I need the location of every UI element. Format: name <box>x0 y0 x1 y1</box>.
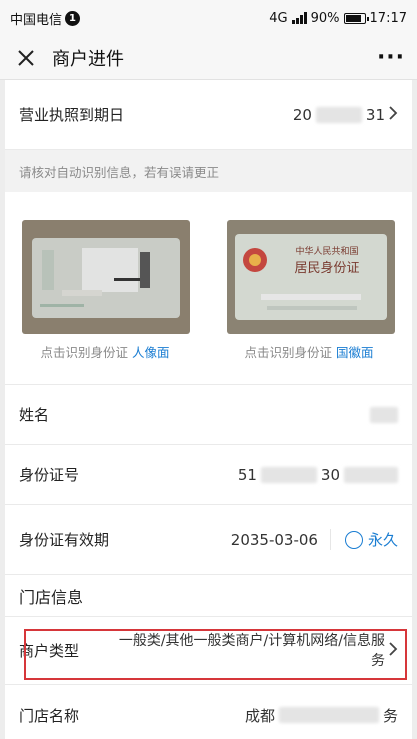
chevron-right-icon <box>389 641 398 660</box>
ocr-hint: 请核对自动识别信息，若有误请更正 <box>5 150 412 192</box>
store-name-label: 门店名称 <box>19 706 80 725</box>
forever-toggle[interactable]: 永久 <box>329 529 398 550</box>
more-icon[interactable]: ··· <box>365 45 417 70</box>
merchant-type-value: 一般类/其他一般类商户/计算机网络/信息服务 <box>118 632 385 669</box>
store-name-start: 成都 <box>244 706 275 725</box>
id-card-back-image[interactable]: 中华人民共和国 居民身份证 <box>227 220 395 334</box>
battery-fill <box>345 14 361 22</box>
id-back-caption-text: 点击识别身份证 <box>244 345 332 360</box>
id-number-label: 身份证号 <box>19 466 80 484</box>
network-type: 4G <box>269 10 288 26</box>
redacted-block <box>260 466 317 483</box>
carrier-name: 中国电信 <box>10 12 63 28</box>
license-expiry-value: 20 31 <box>293 105 398 124</box>
store-section-title: 门店信息 <box>5 575 412 617</box>
merchant-type-row[interactable]: 商户类型 一般类/其他一般类商户/计算机网络/信息服务 <box>5 617 412 685</box>
merchant-type-label: 商户类型 <box>19 642 80 660</box>
id-back-side-link[interactable]: 国徽面 <box>336 345 374 360</box>
id-front-side-link[interactable]: 人像面 <box>132 345 170 360</box>
nav-bar: 商户进件 ··· <box>0 36 417 80</box>
redacted-block <box>344 466 398 483</box>
license-expiry-row[interactable]: 营业执照到期日 20 31 <box>5 80 412 150</box>
form-content: 营业执照到期日 20 31 请核对自动识别信息，若有误请更正 中华人民共和国 居… <box>5 80 412 739</box>
status-left: 中国电信 1 <box>10 9 81 28</box>
card-title-line2: 居民身份证 <box>294 260 359 276</box>
forever-label: 永久 <box>367 531 398 549</box>
id-number-mid: 30 <box>320 465 340 484</box>
id-number-value[interactable]: 51 30 <box>238 466 398 484</box>
name-label: 姓名 <box>19 406 50 424</box>
id-card-front-image[interactable] <box>22 220 190 334</box>
card-title-line1: 中华人民共和国 <box>295 245 358 257</box>
id-back-caption[interactable]: 点击识别身份证 国徽面 <box>209 342 409 361</box>
notification-badge: 1 <box>65 10 81 26</box>
id-validity-value: 2035-03-06 永久 <box>231 529 398 550</box>
name-row[interactable]: 姓名 <box>5 385 412 445</box>
id-number-row[interactable]: 身份证号 51 30 <box>5 445 412 505</box>
id-card-area: 中华人民共和国 居民身份证 点击识别身份证 人像面 点击识别身份证 国徽面 <box>5 192 412 385</box>
redacted-block <box>315 106 362 123</box>
redacted-block <box>370 406 398 423</box>
radio-circle-icon <box>344 530 363 549</box>
close-icon[interactable] <box>0 36 52 80</box>
page-title: 商户进件 <box>52 48 124 70</box>
chevron-right-icon <box>389 105 398 124</box>
id-validity-label: 身份证有效期 <box>19 531 110 549</box>
redacted-block <box>278 707 379 723</box>
id-number-start: 51 <box>237 465 257 484</box>
store-name-end: 务 <box>382 706 398 725</box>
store-name-row[interactable]: 门店名称 成都 务 <box>5 685 412 739</box>
license-expiry-start: 20 <box>292 105 312 124</box>
id-front-caption-text: 点击识别身份证 <box>40 345 128 360</box>
license-expiry-label: 营业执照到期日 <box>19 106 125 124</box>
battery-percent: 90% <box>310 10 340 26</box>
name-value[interactable] <box>370 406 398 423</box>
status-right: 4G 90% 17:17 <box>269 11 407 26</box>
signal-icon <box>291 12 307 24</box>
clock: 17:17 <box>369 10 407 26</box>
status-bar: 中国电信 1 4G 90% 17:17 <box>0 0 417 36</box>
id-validity-date[interactable]: 2035-03-06 <box>231 531 318 549</box>
license-expiry-end: 31 <box>365 105 385 124</box>
id-front-caption[interactable]: 点击识别身份证 人像面 <box>5 342 205 361</box>
battery-icon <box>343 12 369 24</box>
id-validity-row[interactable]: 身份证有效期 2035-03-06 永久 <box>5 505 412 575</box>
store-name-value[interactable]: 成都 务 <box>245 705 398 726</box>
